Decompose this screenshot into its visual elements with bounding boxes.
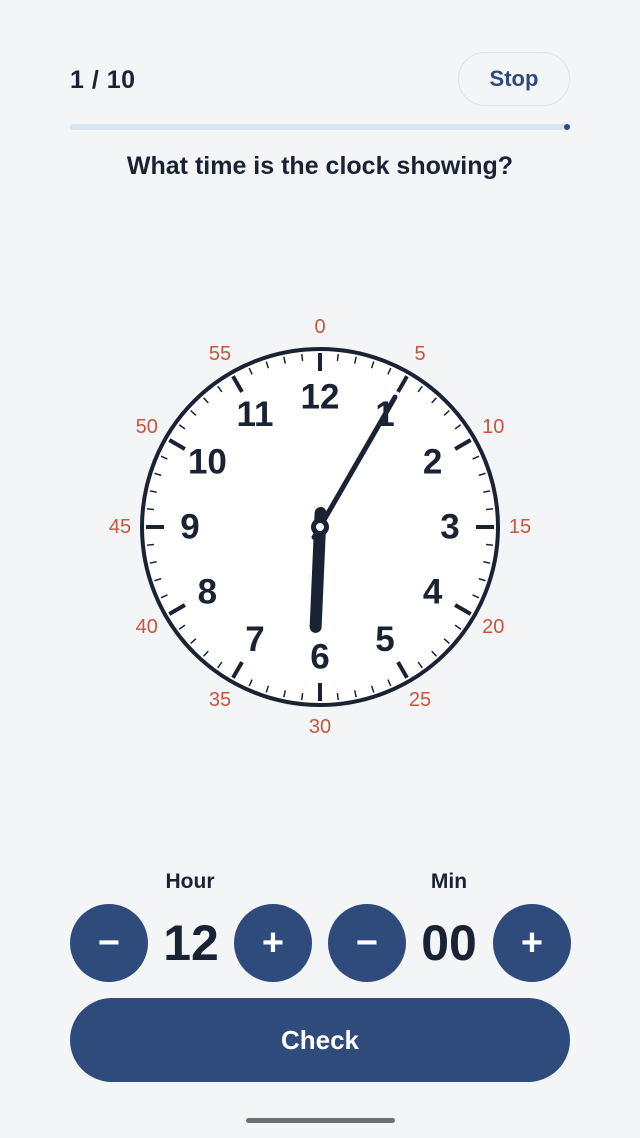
clock-minute-tick [336, 353, 339, 361]
question-counter: 1 / 10 [70, 66, 136, 94]
analog-clock: 1212345678910110510152025303540455055 [109, 316, 531, 738]
hour-increment-button[interactable]: + [234, 904, 312, 982]
clock-minute-label: 35 [209, 689, 231, 711]
clock-minute-tick [486, 543, 494, 546]
progress-bar-fill [70, 124, 120, 130]
stop-button[interactable]: Stop [458, 52, 570, 106]
clock-minute-label: 45 [109, 516, 131, 538]
hour-value: 12 [163, 915, 219, 971]
clock-hour-number: 4 [423, 573, 443, 612]
home-indicator [246, 1118, 395, 1123]
clock-minute-label: 50 [136, 416, 158, 438]
clock-hour-number: 10 [188, 443, 227, 482]
clock-minute-label: 55 [209, 343, 231, 365]
progress-indicator-dot [564, 124, 570, 130]
minute-value: 00 [421, 915, 477, 971]
minute-increment-button[interactable]: + [493, 904, 571, 982]
clock-minute-label: 15 [509, 516, 531, 538]
check-button[interactable]: Check [70, 998, 570, 1082]
clock-hour-number: 11 [237, 395, 274, 434]
clock-hour-number: 7 [245, 620, 264, 659]
clock-hour-number: 9 [180, 508, 199, 547]
clock-minute-label: 5 [414, 343, 425, 365]
clock-minute-label: 40 [136, 616, 158, 638]
clock-minute-label: 10 [482, 416, 504, 438]
clock-minute-label: 30 [309, 716, 331, 738]
clock-hour-number: 12 [301, 378, 340, 417]
hour-decrement-button[interactable]: − [70, 904, 148, 982]
quiz-header: 1 / 10 Stop [70, 52, 570, 108]
question-text: What time is the clock showing? [126, 152, 514, 180]
clock-hour-number: 5 [375, 620, 394, 659]
clock-hour-number: 6 [310, 638, 329, 677]
hour-label: Hour [165, 870, 215, 893]
clock-minute-tick [336, 693, 339, 701]
clock-minute-label: 0 [314, 316, 325, 338]
minute-decrement-button[interactable]: − [328, 904, 406, 982]
clock-center-cap [316, 523, 324, 531]
clock-minute-tick [146, 508, 154, 511]
clock-minute-tick [301, 353, 304, 361]
clock-hour-number: 8 [198, 573, 217, 612]
clock-minute-tick [486, 508, 494, 511]
clock-hour-number: 2 [423, 443, 442, 482]
clock-minute-tick [301, 693, 304, 701]
clock-minute-label: 20 [482, 616, 504, 638]
clock-minute-tick [146, 543, 154, 546]
clock-hour-number: 3 [440, 508, 459, 547]
progress-bar [70, 124, 570, 130]
clock-minute-label: 25 [409, 689, 431, 711]
min-label: Min [430, 870, 468, 893]
